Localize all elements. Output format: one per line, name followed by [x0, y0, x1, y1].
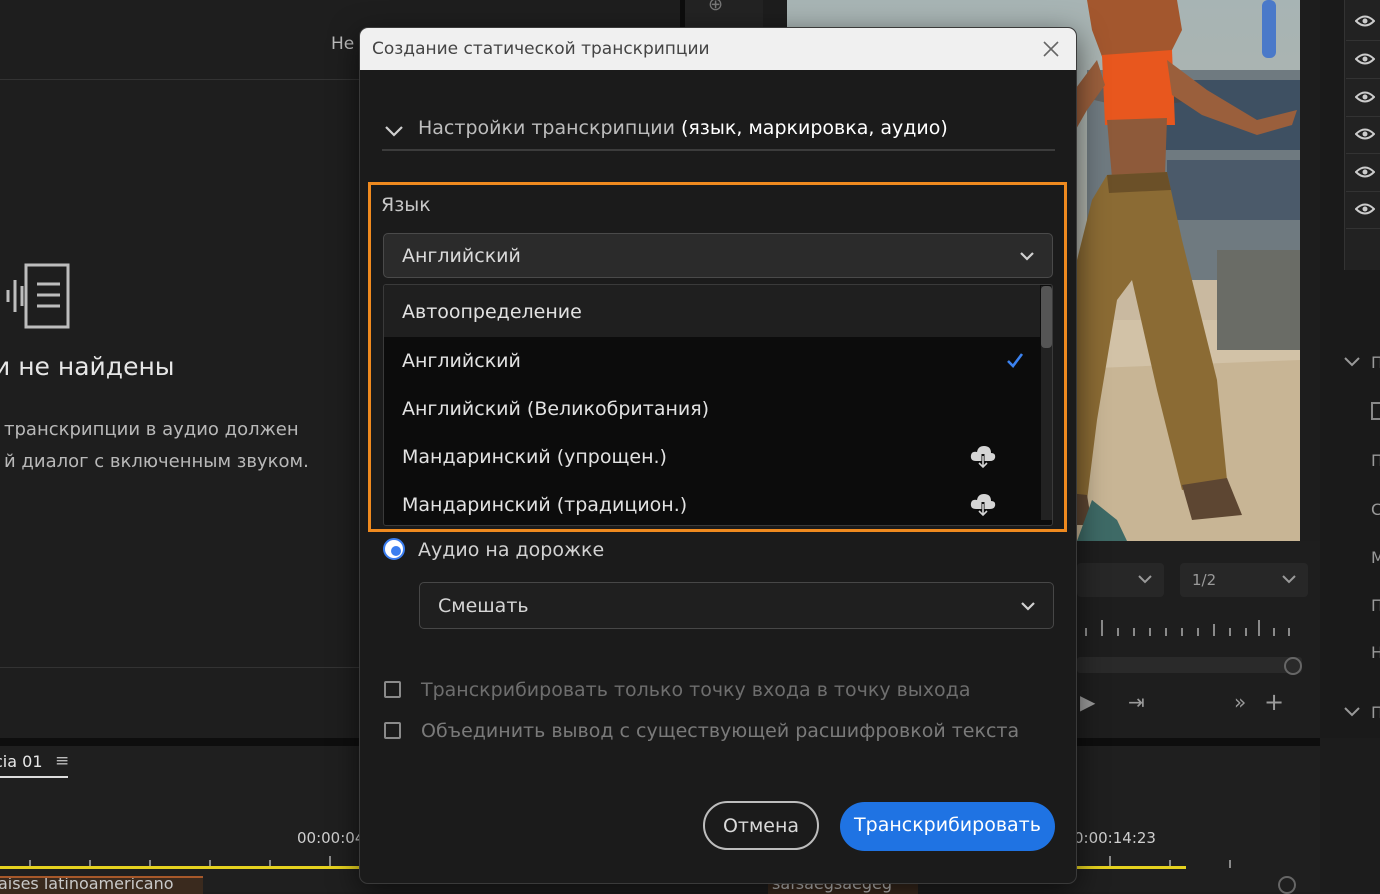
playhead-scrub-bar[interactable] [1077, 657, 1302, 673]
timeline-side-panel [1320, 738, 1380, 892]
add-button-icon[interactable]: + [1264, 688, 1284, 716]
eye-icon [1355, 203, 1375, 215]
panel-item-label: С [1371, 500, 1380, 519]
inout-only-checkbox[interactable] [384, 681, 401, 698]
empty-state-description: й диалог с включенным звуком. [4, 451, 309, 472]
panel-item-label: Н [1371, 643, 1380, 662]
visibility-toggle[interactable] [1346, 191, 1380, 229]
more-controls-icon[interactable]: » [1234, 690, 1246, 714]
panel-section-label: П [1371, 353, 1380, 372]
resolution-value: 1/2 [1192, 571, 1217, 589]
chevron-down-icon[interactable] [384, 124, 404, 138]
scrub-handle[interactable] [1284, 657, 1302, 675]
sequence-tab[interactable]: cia 01 [0, 752, 43, 771]
visibility-toggle[interactable] [1346, 79, 1380, 117]
panel-section-label: П [1371, 703, 1380, 722]
section-divider [382, 149, 1055, 151]
transcription-settings-toggle[interactable]: Настройки транскрипции (язык, маркировка… [418, 117, 948, 139]
eye-icon [1355, 15, 1375, 27]
eye-icon [1355, 53, 1375, 65]
visibility-toggle[interactable] [1346, 41, 1380, 79]
zoom-select[interactable] [1077, 563, 1164, 597]
video-scrollbar[interactable] [1262, 0, 1276, 58]
split-icon: ⊕ [708, 0, 724, 15]
panel-item-label: М [1371, 548, 1380, 567]
visibility-toggle[interactable] [1346, 154, 1380, 192]
audio-mix-select[interactable]: Смешать [419, 582, 1054, 629]
panel-header-text: Не [331, 34, 355, 54]
audio-on-track-radio[interactable] [383, 538, 405, 560]
panel-menu-icon[interactable]: ≡ [55, 751, 69, 771]
tab-underline [0, 776, 68, 778]
empty-state-description: транскрипции в аудио должен [4, 419, 299, 440]
cancel-button[interactable]: Отмена [703, 801, 819, 850]
transcript-icon [6, 263, 70, 329]
radio-selected-dot [391, 546, 401, 556]
timeline-clip[interactable]: aíses latinoamericano [0, 876, 203, 894]
play-icon[interactable]: ▶︎ [1080, 690, 1095, 714]
inout-only-label[interactable]: Транскрибировать только точку входа в то… [421, 679, 970, 701]
audio-mix-value: Смешать [438, 595, 529, 617]
chevron-down-icon [1021, 602, 1035, 611]
panel-icon [1371, 402, 1380, 420]
merge-output-checkbox[interactable] [384, 722, 401, 739]
eye-icon [1355, 128, 1375, 140]
merge-output-label[interactable]: Объединить вывод с существующей расшифро… [421, 720, 1019, 742]
dialog-title: Создание статической транскрипции [372, 39, 710, 59]
audio-on-track-label[interactable]: Аудио на дорожке [418, 539, 604, 561]
settings-section-label: Настройки транскрипции [418, 117, 675, 139]
eye-icon [1355, 91, 1375, 103]
visibility-toggle[interactable] [1346, 116, 1380, 154]
resolution-select[interactable]: 1/2 [1180, 563, 1308, 597]
timeline-timecode: 00:00:04 [297, 829, 365, 847]
settings-section-detail: (язык, маркировка, аудио) [680, 117, 948, 139]
chevron-down-icon [1282, 575, 1296, 584]
visibility-toggle[interactable] [1346, 3, 1380, 41]
timeline-zoom-handle[interactable] [1278, 876, 1296, 894]
panel-item-label: П [1371, 451, 1380, 470]
dialog-titlebar: Создание статической транскрипции [360, 28, 1076, 70]
chevron-down-icon [1138, 575, 1152, 584]
timeline-timecode: 0:00:14:23 [1074, 829, 1156, 847]
chevron-down-icon[interactable] [1343, 355, 1361, 369]
cancel-button-label: Отмена [722, 815, 800, 837]
language-highlight-frame [368, 182, 1067, 532]
eye-icon [1355, 166, 1375, 178]
chevron-down-icon[interactable] [1343, 705, 1361, 719]
panel-button[interactable] [685, 0, 763, 28]
time-ruler [1085, 620, 1290, 636]
close-icon[interactable] [1041, 39, 1061, 59]
transcribe-button[interactable]: Транскрибировать [840, 802, 1055, 851]
step-forward-icon[interactable]: ⇥ [1128, 690, 1145, 714]
panel-item-label: П [1371, 596, 1380, 615]
empty-state-title: и не найдены [0, 352, 175, 381]
transcribe-button-label: Транскрибировать [854, 814, 1041, 836]
clip-label: aíses latinoamericano [0, 876, 174, 893]
